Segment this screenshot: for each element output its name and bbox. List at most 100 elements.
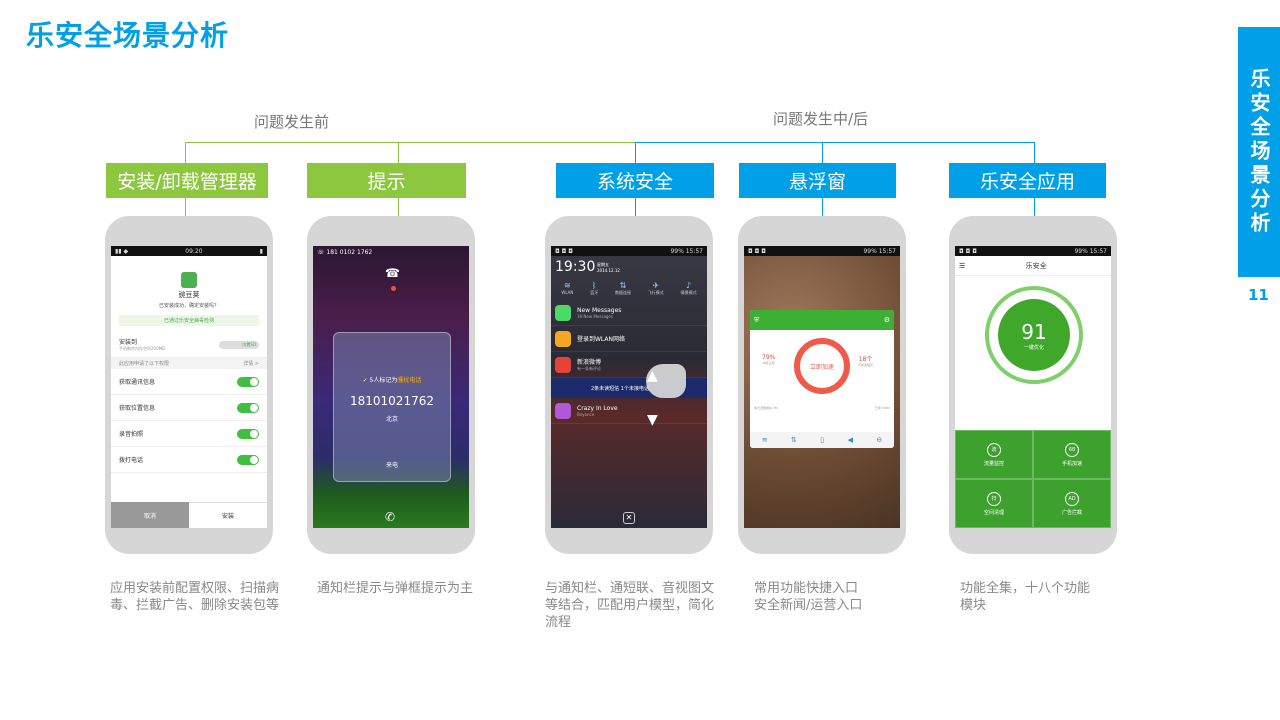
desc-install-manager: 应用安装前配置权限、扫描病 毒、拦截广告、删除安装包等 — [110, 581, 280, 613]
header-stem-5 — [1034, 198, 1035, 216]
ad-block-icon: AD — [1065, 491, 1079, 506]
swipe-arrow-icon: ▲ ▼ — [647, 368, 658, 428]
qs-airplane[interactable]: ✈ 飞行模式 — [648, 281, 664, 296]
header-stem-3 — [635, 198, 636, 216]
phone-screen: ◘ ◘ ◘ 99% 15:57 ☰ 乐安全 91 一键优化 流流量监控 68 手机加速… — [955, 246, 1111, 528]
app-title: 乐安全 — [1025, 261, 1047, 270]
page-title: 乐安全场景分析 — [26, 19, 230, 52]
optimize-label: 一键优化 — [1023, 344, 1044, 351]
tile-traffic-monitor[interactable]: 流流量监控 — [955, 430, 1033, 479]
status-time: 09:20 — [185, 247, 203, 255]
traffic-stats: 本日流量剩余 3M 已用 300M — [754, 406, 890, 410]
header-stem-2 — [398, 198, 399, 216]
connector-green — [185, 142, 635, 143]
permission-toggle[interactable] — [237, 454, 259, 465]
security-score: 91 — [1021, 319, 1047, 344]
app-name: 豌豆荚 — [178, 291, 200, 299]
incoming-label: 来电 — [385, 462, 398, 469]
qs-bluetooth[interactable]: ᛒ 蓝牙 — [590, 281, 598, 296]
install-button[interactable]: 安装 — [189, 502, 267, 528]
settings-icon[interactable]: ⚙ — [884, 316, 890, 324]
connector-blue-drop-3 — [1034, 142, 1035, 163]
mark-info: ✓ 5人标记为骚扰电话 — [362, 377, 422, 384]
cancel-button[interactable]: 取消 — [111, 502, 189, 528]
caller-city: 北京 — [385, 416, 398, 423]
phone-screen: ◘ ◘ ◘ 99% 15:57 19:30 星期五 2014.12.12 ≋ WLAN… — [551, 246, 707, 528]
messages-icon — [555, 304, 571, 321]
broom-icon: 扫 — [987, 491, 1001, 506]
tile-space-cleanup[interactable]: 扫空间清理 — [955, 479, 1033, 528]
header-stem-4 — [822, 198, 823, 216]
volume-icon[interactable]: ◀ — [848, 436, 853, 444]
phone-floating-window: ◘ ◘ ◘ 99% 15:57 ⛨ ⚙ 79% 内存占用 立即加速 18个 可加速程序 … — [738, 216, 906, 554]
desc-system-security: 与通知栏、通短联、音视图文 等结合，匹配用户模型，简化 流程 — [545, 581, 715, 630]
header-stem-1 — [185, 198, 186, 216]
swipe-dot-icon — [391, 286, 396, 291]
hangup-icon[interactable]: ☎ — [385, 266, 400, 280]
status-bar: ▮▮ ◆ 09:20 ▮ — [111, 246, 267, 256]
permission-toggle[interactable] — [237, 428, 259, 439]
permission-row: 录音拍照 — [111, 421, 267, 447]
phase-before-label: 问题发生前 — [254, 113, 330, 131]
notification-item[interactable]: Crazy In Love Beyonce — [551, 398, 707, 424]
date: 星期五 2014.12.12 — [597, 262, 620, 273]
qs-wlan[interactable]: ≋ WLAN — [561, 281, 573, 296]
clock: 19:30 — [555, 259, 596, 275]
more-icon[interactable]: ⊖ — [876, 436, 882, 444]
close-icon[interactable]: ✕ — [623, 512, 635, 524]
notification-item[interactable]: 登录到WLAN网络 — [551, 326, 707, 352]
tile-phone-boost[interactable]: 68 手机加速 — [1033, 430, 1111, 479]
status-bar: ◘ ◘ ◘ 99% 15:57 — [955, 246, 1111, 256]
notification-item[interactable]: New Messages 19 New Messages — [551, 300, 707, 326]
boost-button[interactable]: 立即加速 — [794, 338, 850, 394]
status-bar: ◘ ◘ ◘ 99% 15:57 — [744, 246, 900, 256]
app-bar: ☰ 乐安全 — [955, 256, 1111, 276]
tile-ad-block[interactable]: AD 广告拦截 — [1033, 479, 1111, 528]
details-link[interactable]: 详情 > — [243, 360, 259, 367]
install-to-label: 安装到 — [119, 339, 138, 346]
connector-blue-drop-1 — [635, 142, 636, 163]
status-info: 99% 15:57 — [1074, 247, 1107, 255]
status-info: 99% 15:57 — [670, 247, 703, 255]
qs-data[interactable]: ⇅ 数据连接 — [615, 281, 631, 296]
category-system-security: 系统安全 — [556, 163, 714, 198]
phone-screen: ☏ 181 0102 1762 ☎ ✓ 5人标记为骚扰电话 1810102176… — [313, 246, 469, 528]
phase-during-label: 问题发生中/后 — [773, 110, 869, 128]
qs-profile[interactable]: ♪ 情景模式 — [681, 281, 697, 296]
data-icon[interactable]: ⇅ — [791, 436, 797, 444]
floating-panel: ⛨ ⚙ 79% 内存占用 立即加速 18个 可加速程序 本日流量剩余 3M 已用 300… — [750, 310, 894, 448]
shortcut-bar: ≋ ⇅ ▯ ◀ ⊖ — [750, 432, 894, 448]
music-icon — [555, 402, 571, 419]
boostable-apps: 18个 可加速程序 — [858, 356, 874, 367]
side-tab-label: 乐安全场景分析 — [1247, 68, 1271, 236]
caller-number: 18101021762 — [350, 394, 434, 408]
caller-card: ✓ 5人标记为骚扰电话 18101021762 北京 来电 — [333, 332, 451, 482]
app-logo-icon — [181, 272, 197, 288]
boost-icon: 68 — [1065, 442, 1079, 457]
connector-green-drop-2 — [398, 142, 399, 163]
install-to-sub: 手机剩余内存空间200MB — [119, 346, 165, 351]
category-install-manager: 安装/卸载管理器 — [106, 163, 268, 198]
permission-hint: 此应用申请了以下权限 详情 > — [111, 358, 267, 369]
vibrate-icon[interactable]: ▯ — [820, 436, 824, 444]
desc-tips: 通知栏提示与弹框提示为主 — [317, 581, 474, 596]
install-location-row[interactable]: 安装到 手机剩余内存空间200MB 内置SD — [111, 332, 267, 358]
permission-toggle[interactable] — [237, 376, 259, 387]
shield-icon: ⛨ — [754, 315, 760, 324]
status-info: 99% 15:57 — [863, 247, 896, 255]
connector-green-drop-1 — [185, 142, 186, 163]
status-bar: ◘ ◘ ◘ 99% 15:57 — [551, 246, 707, 256]
phone-screen: ◘ ◘ ◘ 99% 15:57 ⛨ ⚙ 79% 内存占用 立即加速 18个 可加速程序 … — [744, 246, 900, 528]
connector-blue-drop-2 — [822, 142, 823, 163]
page-number: 11 — [1248, 286, 1269, 304]
phone-system-security: ◘ ◘ ◘ 99% 15:57 19:30 星期五 2014.12.12 ≋ WLAN… — [545, 216, 713, 554]
optimize-button[interactable]: 91 一键优化 — [998, 299, 1070, 371]
side-tab: 乐安全场景分析 — [1238, 27, 1280, 277]
phone-screen: ▮▮ ◆ 09:20 ▮ 豌豆荚 已安装成功，确定安装吗？ 已通过乐安全病毒检测 安… — [111, 246, 267, 528]
permission-toggle[interactable] — [237, 402, 259, 413]
wifi-icon[interactable]: ≋ — [762, 436, 768, 444]
desc-le-security-app: 功能全集，十八个功能 模块 — [960, 581, 1091, 613]
storage-toggle[interactable]: 内置SD — [219, 340, 259, 349]
answer-icon[interactable]: ✆ — [385, 510, 395, 524]
category-floating-window: 悬浮窗 — [739, 163, 896, 198]
